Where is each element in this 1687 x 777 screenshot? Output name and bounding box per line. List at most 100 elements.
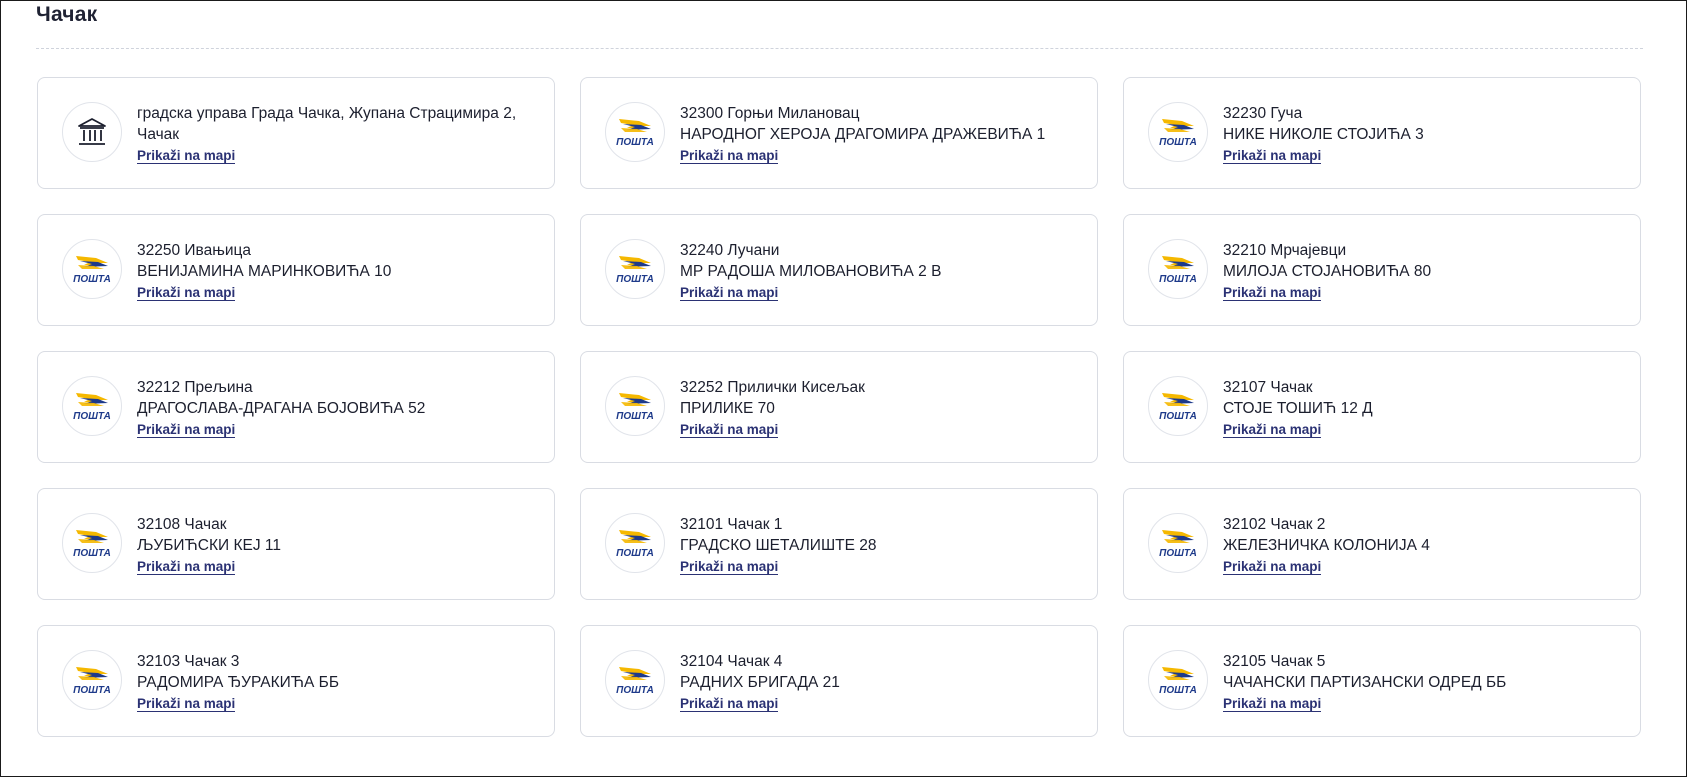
show-on-map-link[interactable]: Prikaži na mapi [137, 148, 236, 164]
svg-text:ПОШТА: ПОШТА [1159, 137, 1197, 148]
divider [36, 48, 1643, 49]
location-card: ПОШТА 32230 Гуча НИКЕ НИКОЛЕ СТОЈИЋА 3 P… [1123, 77, 1641, 189]
posta-logo-icon: ПОШТА [616, 119, 654, 148]
location-title: 32300 Горњи Милановац [680, 105, 860, 122]
show-on-map-link[interactable]: Prikaži na mapi [680, 559, 779, 575]
location-title: 32240 Лучани [680, 242, 780, 259]
location-address: РАДНИХ БРИГАДА 21 [680, 674, 840, 691]
posta-logo-icon: ПОШТА [1159, 256, 1197, 285]
location-card: ПОШТА 32105 Чачак 5 ЧАЧАНСКИ ПАРТИЗАНСКИ… [1123, 625, 1641, 737]
location-title: 32105 Чачак 5 [1223, 653, 1326, 670]
location-text: 32300 Горњи Милановац НАРОДНОГ ХЕРОЈА ДР… [680, 103, 1077, 166]
location-text: 32107 Чачак СТОЈЕ ТОШИЋ 12 Д Prikaži na … [1223, 377, 1620, 440]
posta-logo-icon: ПОШТА [605, 650, 665, 710]
posta-logo-icon: ПОШТА [1159, 119, 1197, 148]
city-hall-icon [62, 102, 122, 162]
city-hall-icon [78, 118, 106, 145]
show-on-map-link[interactable]: Prikaži na mapi [1223, 559, 1322, 575]
show-on-map-link[interactable]: Prikaži na mapi [137, 696, 236, 712]
location-card: ПОШТА 32212 Прељина ДРАГОСЛАВА-ДРАГАНА Б… [37, 351, 555, 463]
show-on-map-link[interactable]: Prikaži na mapi [137, 559, 236, 575]
posta-logo-icon: ПОШТА [616, 667, 654, 696]
location-title: 32230 Гуча [1223, 105, 1303, 122]
posta-logo-icon: ПОШТА [62, 239, 122, 299]
show-on-map-link[interactable]: Prikaži na mapi [137, 422, 236, 438]
show-on-map-link[interactable]: Prikaži na mapi [680, 422, 779, 438]
location-text: 32105 Чачак 5 ЧАЧАНСКИ ПАРТИЗАНСКИ ОДРЕД… [1223, 651, 1620, 714]
location-grid: градска управа Града Чачка, Жупана Страц… [37, 77, 1641, 737]
location-text: 32104 Чачак 4 РАДНИХ БРИГАДА 21 Prikaži … [680, 651, 1077, 714]
show-on-map-link[interactable]: Prikaži na mapi [1223, 285, 1322, 301]
posta-logo-icon: ПОШТА [616, 530, 654, 559]
location-title: 32210 Мрчајевци [1223, 242, 1347, 259]
svg-text:ПОШТА: ПОШТА [616, 137, 654, 148]
location-card: ПОШТА 32250 Ивањица ВЕНИЈАМИНА МАРИНКОВИ… [37, 214, 555, 326]
posta-logo-icon: ПОШТА [616, 393, 654, 422]
location-address: РАДОМИРА ЂУРАКИЋА ББ [137, 674, 339, 691]
show-on-map-link[interactable]: Prikaži na mapi [1223, 148, 1322, 164]
location-title: 32108 Чачак [137, 516, 227, 533]
location-text: 32103 Чачак 3 РАДОМИРА ЂУРАКИЋА ББ Prika… [137, 651, 534, 714]
location-address: НИКЕ НИКОЛЕ СТОЈИЋА 3 [1223, 126, 1424, 143]
svg-text:ПОШТА: ПОШТА [616, 548, 654, 559]
location-text: градска управа Града Чачка, Жупана Страц… [137, 103, 534, 166]
location-card: градска управа Града Чачка, Жупана Страц… [37, 77, 555, 189]
posta-logo-icon: ПОШТА [73, 667, 111, 696]
posta-logo-icon: ПОШТА [1159, 530, 1197, 559]
location-title: 32212 Прељина [137, 379, 253, 396]
location-text: 32108 Чачак ЉУБИЋСКИ КЕЈ 11 Prikaži na m… [137, 514, 534, 577]
location-title: 32252 Прилички Кисељак [680, 379, 865, 396]
location-address: МИЛОЈА СТОЈАНОВИЋА 80 [1223, 263, 1432, 280]
posta-logo-icon: ПОШТА [1159, 393, 1197, 422]
location-text: 32212 Прељина ДРАГОСЛАВА-ДРАГАНА БОЈОВИЋ… [137, 377, 534, 440]
location-title: 32104 Чачак 4 [680, 653, 783, 670]
show-on-map-link[interactable]: Prikaži na mapi [680, 285, 779, 301]
location-card: ПОШТА 32101 Чачак 1 ГРАДСКО ШЕТАЛИШТЕ 28… [580, 488, 1098, 600]
location-card: ПОШТА 32240 Лучани МР РАДОША МИЛОВАНОВИЋ… [580, 214, 1098, 326]
location-address: НАРОДНОГ ХЕРОЈА ДРАГОМИРА ДРАЖЕВИЋА 1 [680, 126, 1046, 143]
posta-logo-icon: ПОШТА [605, 376, 665, 436]
show-on-map-link[interactable]: Prikaži na mapi [1223, 696, 1322, 712]
location-address: ДРАГОСЛАВА-ДРАГАНА БОЈОВИЋА 52 [137, 400, 426, 417]
show-on-map-link[interactable]: Prikaži na mapi [1223, 422, 1322, 438]
location-card: ПОШТА 32252 Прилички Кисељак ПРИЛИКЕ 70 … [580, 351, 1098, 463]
page-title: Чачак [36, 3, 98, 26]
posta-logo-icon: ПОШТА [73, 393, 111, 422]
show-on-map-link[interactable]: Prikaži na mapi [680, 148, 779, 164]
show-on-map-link[interactable]: Prikaži na mapi [137, 285, 236, 301]
posta-logo-icon: ПОШТА [1148, 650, 1208, 710]
location-address: ПРИЛИКЕ 70 [680, 400, 775, 417]
location-title: 32101 Чачак 1 [680, 516, 783, 533]
posta-logo-icon: ПОШТА [1148, 513, 1208, 573]
show-on-map-link[interactable]: Prikaži na mapi [680, 696, 779, 712]
location-address: ЖЕЛЕЗНИЧКА КОЛОНИЈА 4 [1223, 537, 1430, 554]
svg-text:ПОШТА: ПОШТА [1159, 548, 1197, 559]
location-card: ПОШТА 32108 Чачак ЉУБИЋСКИ КЕЈ 11 Prikaž… [37, 488, 555, 600]
location-card: ПОШТА 32300 Горњи Милановац НАРОДНОГ ХЕР… [580, 77, 1098, 189]
location-text: 32102 Чачак 2 ЖЕЛЕЗНИЧКА КОЛОНИЈА 4 Prik… [1223, 514, 1620, 577]
posta-logo-icon: ПОШТА [73, 530, 111, 559]
location-title: 32250 Ивањица [137, 242, 251, 259]
location-card: ПОШТА 32102 Чачак 2 ЖЕЛЕЗНИЧКА КОЛОНИЈА … [1123, 488, 1641, 600]
posta-logo-icon: ПОШТА [1148, 102, 1208, 162]
svg-text:ПОШТА: ПОШТА [616, 274, 654, 285]
location-text: 32230 Гуча НИКЕ НИКОЛЕ СТОЈИЋА 3 Prikaži… [1223, 103, 1620, 166]
svg-text:ПОШТА: ПОШТА [73, 548, 111, 559]
location-title: 32102 Чачак 2 [1223, 516, 1326, 533]
location-address: ГРАДСКО ШЕТАЛИШТЕ 28 [680, 537, 877, 554]
posta-logo-icon: ПОШТА [62, 376, 122, 436]
location-address: ЧАЧАНСКИ ПАРТИЗАНСКИ ОДРЕД ББ [1223, 674, 1507, 691]
svg-text:ПОШТА: ПОШТА [1159, 685, 1197, 696]
location-title: градска управа Града Чачка, Жупана Страц… [137, 105, 517, 143]
location-text: 32250 Ивањица ВЕНИЈАМИНА МАРИНКОВИЋА 10 … [137, 240, 534, 303]
svg-text:ПОШТА: ПОШТА [1159, 274, 1197, 285]
posta-logo-icon: ПОШТА [62, 513, 122, 573]
svg-text:ПОШТА: ПОШТА [1159, 411, 1197, 422]
posta-logo-icon: ПОШТА [605, 513, 665, 573]
location-card: ПОШТА 32107 Чачак СТОЈЕ ТОШИЋ 12 Д Prika… [1123, 351, 1641, 463]
location-address: СТОЈЕ ТОШИЋ 12 Д [1223, 400, 1373, 417]
page-frame: Чачак градска управа Града Чачка, Жупана… [0, 0, 1687, 777]
location-card: ПОШТА 32104 Чачак 4 РАДНИХ БРИГАДА 21 Pr… [580, 625, 1098, 737]
location-card: ПОШТА 32103 Чачак 3 РАДОМИРА ЂУРАКИЋА ББ… [37, 625, 555, 737]
location-text: 32252 Прилички Кисељак ПРИЛИКЕ 70 Prikaž… [680, 377, 1077, 440]
